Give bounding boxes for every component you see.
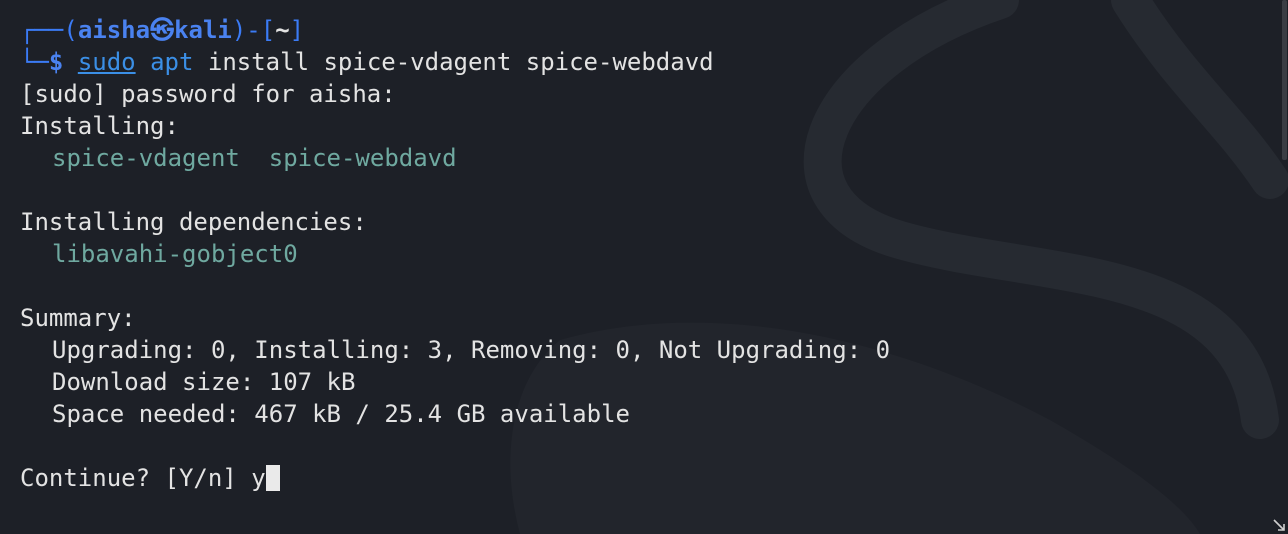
deps-header: Installing dependencies: — [20, 208, 367, 236]
prompt-path: ~ — [275, 16, 290, 44]
prompt-bracket-close: ] — [289, 16, 305, 44]
summary-space-needed: Space needed: 467 kB / 25.4 GB available — [52, 400, 630, 428]
prompt-separator-icon: ㉿ — [150, 16, 175, 44]
prompt-line-command: └─$ sudo apt install spice-vdagent spice… — [20, 46, 1260, 78]
resize-grip-icon[interactable] — [1272, 518, 1286, 532]
summary-download-size: Download size: 107 kB — [52, 368, 356, 396]
prompt-paren-close: )-[ — [231, 16, 276, 44]
deps-packages: libavahi-gobject0 — [52, 240, 298, 268]
continue-prompt: Continue? [Y/n] — [20, 464, 252, 492]
command-args: install spice-vdagent spice-webdavd — [207, 48, 714, 76]
password-prompt: [sudo] password for aisha: — [20, 80, 396, 108]
prompt-host: kali — [174, 16, 232, 44]
installing-header: Installing: — [20, 112, 179, 140]
prompt-paren-open: ( — [63, 16, 78, 44]
prompt-corner-top: ┌── — [20, 16, 64, 44]
command-apt: apt — [150, 48, 194, 76]
summary-counts: Upgrading: 0, Installing: 3, Removing: 0… — [52, 336, 891, 364]
prompt-corner-bottom: └─ — [20, 48, 49, 76]
prompt-dollar: $ — [48, 48, 64, 76]
command-sudo: sudo — [77, 48, 136, 76]
user-input[interactable]: y — [251, 464, 265, 492]
continue-line[interactable]: Continue? [Y/n] y — [20, 462, 1260, 494]
summary-header: Summary: — [20, 304, 136, 332]
prompt-line-top: ┌──(aisha㉿kali)-[~] — [20, 14, 1260, 46]
installing-packages: spice-vdagent spice-webdavd — [52, 144, 457, 172]
vertical-scrollbar[interactable] — [1280, 0, 1288, 534]
text-cursor — [265, 465, 280, 491]
terminal-output[interactable]: ┌──(aisha㉿kali)-[~] └─$ sudo apt install… — [20, 14, 1260, 494]
scrollbar-thumb[interactable] — [1282, 0, 1287, 160]
prompt-user: aisha — [77, 16, 151, 44]
